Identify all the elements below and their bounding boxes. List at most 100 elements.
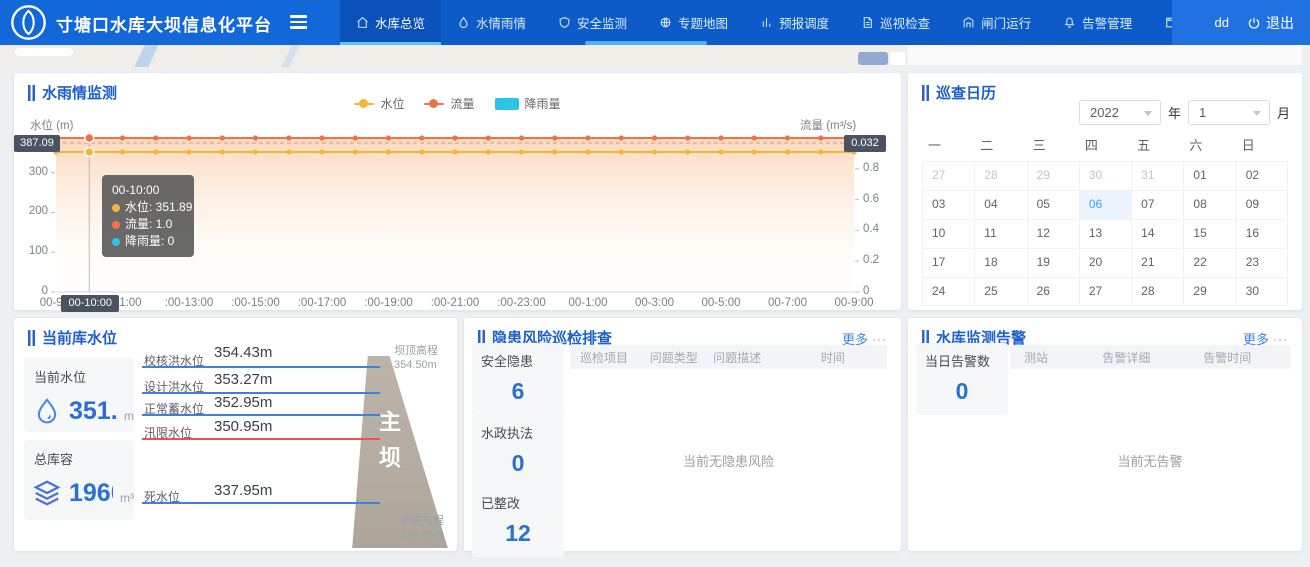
calendar-day-selected[interactable]: 06	[1079, 190, 1131, 219]
banner-decoration	[133, 45, 160, 67]
layers-icon	[32, 478, 62, 508]
axis-mark-badge-left: 387.09	[14, 135, 60, 152]
current-level-value: 351.89	[69, 397, 117, 426]
app-logo-icon	[10, 4, 47, 41]
y-axis-tick: 0	[863, 285, 869, 297]
nav-item-4[interactable]: 专题地图	[643, 0, 744, 45]
calendar-day[interactable]: 13	[1079, 219, 1131, 248]
calendar-day[interactable]: 15	[1183, 219, 1235, 248]
calendar-day[interactable]: 12	[1027, 219, 1079, 248]
legend-item[interactable]: 降雨量	[495, 95, 561, 112]
panel-inspection-calendar: 巡查日历 2022 年 1 月 一二三四五六日 2728293031010203…	[908, 73, 1302, 310]
calendar-day[interactable]: 30	[1079, 161, 1131, 190]
calendar-day[interactable]: 27	[1079, 277, 1131, 306]
username[interactable]: dd	[1215, 15, 1229, 30]
water-rain-chart[interactable]: 水位流量降雨量 水位 (m)流量 (m³/s)010020030000.20.4…	[14, 73, 901, 310]
calendar-day[interactable]: 18	[974, 248, 1026, 277]
calendar-day[interactable]: 23	[1236, 248, 1288, 277]
weekday-label: 二	[974, 135, 1026, 161]
legend-item[interactable]: 水位	[354, 95, 404, 112]
calendar-day[interactable]: 28	[974, 161, 1026, 190]
x-axis-hover-badge: 00-10:00	[61, 295, 119, 312]
calendar-day[interactable]: 19	[1027, 248, 1079, 277]
calendar-day[interactable]: 31	[1131, 161, 1183, 190]
alarm-empty-state: 当前无告警	[1010, 451, 1290, 470]
risk-stat-value: 12	[472, 512, 564, 557]
nav-item-3[interactable]: 安全监测	[542, 0, 643, 45]
chart-tooltip: 00-10:00水位: 351.89流量: 1.0降雨量: 0	[102, 175, 194, 257]
nav-item-1[interactable]: 水库总览	[340, 0, 441, 45]
calendar-day[interactable]: 26	[1027, 277, 1079, 306]
calendar-day[interactable]: 16	[1236, 219, 1288, 248]
month-select[interactable]: 1	[1188, 100, 1270, 125]
calendar-day[interactable]: 09	[1236, 190, 1288, 219]
nav-item-label: 专题地图	[678, 13, 728, 32]
level-value: 350.95m	[214, 418, 272, 435]
nav-item-6[interactable]: 巡视检查	[845, 0, 946, 45]
title-marker-icon	[922, 85, 929, 101]
calendar-day[interactable]: 05	[1027, 190, 1079, 219]
nav-item-2[interactable]: 水情雨情	[441, 0, 542, 45]
calendar-day[interactable]: 22	[1183, 248, 1235, 277]
calendar-day[interactable]: 27	[922, 161, 974, 190]
nav-item-8[interactable]: 告警管理	[1047, 0, 1148, 45]
x-axis-tick: :00-17:00	[289, 297, 355, 309]
calendar-day[interactable]: 21	[1131, 248, 1183, 277]
dam-label: 主坝	[372, 410, 404, 482]
hamburger-menu-icon[interactable]	[290, 15, 307, 29]
weekday-label: 日	[1236, 135, 1288, 161]
risk-stat-value: 0	[472, 442, 564, 487]
calendar-day[interactable]: 17	[922, 248, 974, 277]
calendar-day[interactable]: 30	[1236, 277, 1288, 306]
risk-column-header: 时间	[811, 349, 887, 366]
calendar-day[interactable]: 14	[1131, 219, 1183, 248]
calendar-day[interactable]: 04	[974, 190, 1026, 219]
level-value: 352.95m	[214, 394, 272, 411]
calendar-day[interactable]: 29	[1183, 277, 1235, 306]
calendar-day[interactable]: 28	[1131, 277, 1183, 306]
x-axis-tick: :00-19:00	[356, 297, 422, 309]
y-axis-tick: 0.2	[863, 254, 879, 266]
logout-button[interactable]: 退出	[1247, 13, 1294, 33]
calendar-day[interactable]: 03	[922, 190, 974, 219]
calendar-day[interactable]: 08	[1183, 190, 1235, 219]
calendar-day[interactable]: 11	[974, 219, 1026, 248]
calendar-day[interactable]: 24	[922, 277, 974, 306]
dam-crest-elevation: 坝顶高程354.50m	[394, 344, 438, 372]
tooltip-series-dot	[112, 238, 120, 246]
nav-item-5[interactable]: 预报调度	[744, 0, 845, 45]
x-axis-tick: :00-15:00	[223, 297, 289, 309]
weekday-label: 四	[1079, 135, 1131, 161]
calendar-day[interactable]: 10	[922, 219, 974, 248]
x-axis-tick: 00-9:00	[821, 297, 887, 309]
x-axis-tick: :00-23:00	[489, 297, 555, 309]
calendar-day[interactable]: 25	[974, 277, 1026, 306]
nav-item-7[interactable]: 闸门运行	[946, 0, 1047, 45]
level-line	[142, 414, 380, 416]
chart-legend: 水位 流量 降雨量	[14, 95, 901, 112]
dam-base-elevation: 坝底高程330.95m	[400, 514, 444, 542]
nav-item-label: 水库总览	[375, 13, 425, 32]
calendar-day[interactable]: 07	[1131, 190, 1183, 219]
level-value: 353.27m	[214, 371, 272, 388]
risk-stat-card: 安全隐患6	[472, 343, 564, 415]
weekday-label: 六	[1183, 135, 1235, 161]
alarm-column-header: 告警时间	[1189, 349, 1290, 366]
x-axis-tick: 00-1:00	[555, 297, 621, 309]
tooltip-row: 降雨量: 0	[112, 233, 184, 250]
weekday-label: 一	[922, 135, 974, 161]
banner-toggle-fragment[interactable]	[858, 52, 888, 65]
calendar-day[interactable]: 01	[1183, 161, 1235, 190]
risk-column-header: 问题类型	[640, 349, 703, 366]
calendar-day[interactable]: 02	[1236, 161, 1288, 190]
y-axis-tick: 0.6	[863, 193, 879, 205]
alarm-count-label: 当日告警数	[916, 343, 1008, 370]
calendar-day[interactable]: 29	[1027, 161, 1079, 190]
panel-risk-inspection: 隐患风险巡检排查 更多··· 安全隐患6水政执法0已整改12 巡检项目问题类型问…	[464, 318, 901, 551]
legend-rect-marker	[495, 98, 519, 110]
calendar-day[interactable]: 20	[1079, 248, 1131, 277]
legend-item[interactable]: 流量	[424, 95, 474, 112]
banner-toggle-fragment[interactable]	[890, 52, 905, 65]
panel-current-reservoir-level: 当前库水位 当前水位 351.89 m 总库容 1960	[14, 318, 457, 551]
year-select[interactable]: 2022	[1079, 100, 1161, 125]
